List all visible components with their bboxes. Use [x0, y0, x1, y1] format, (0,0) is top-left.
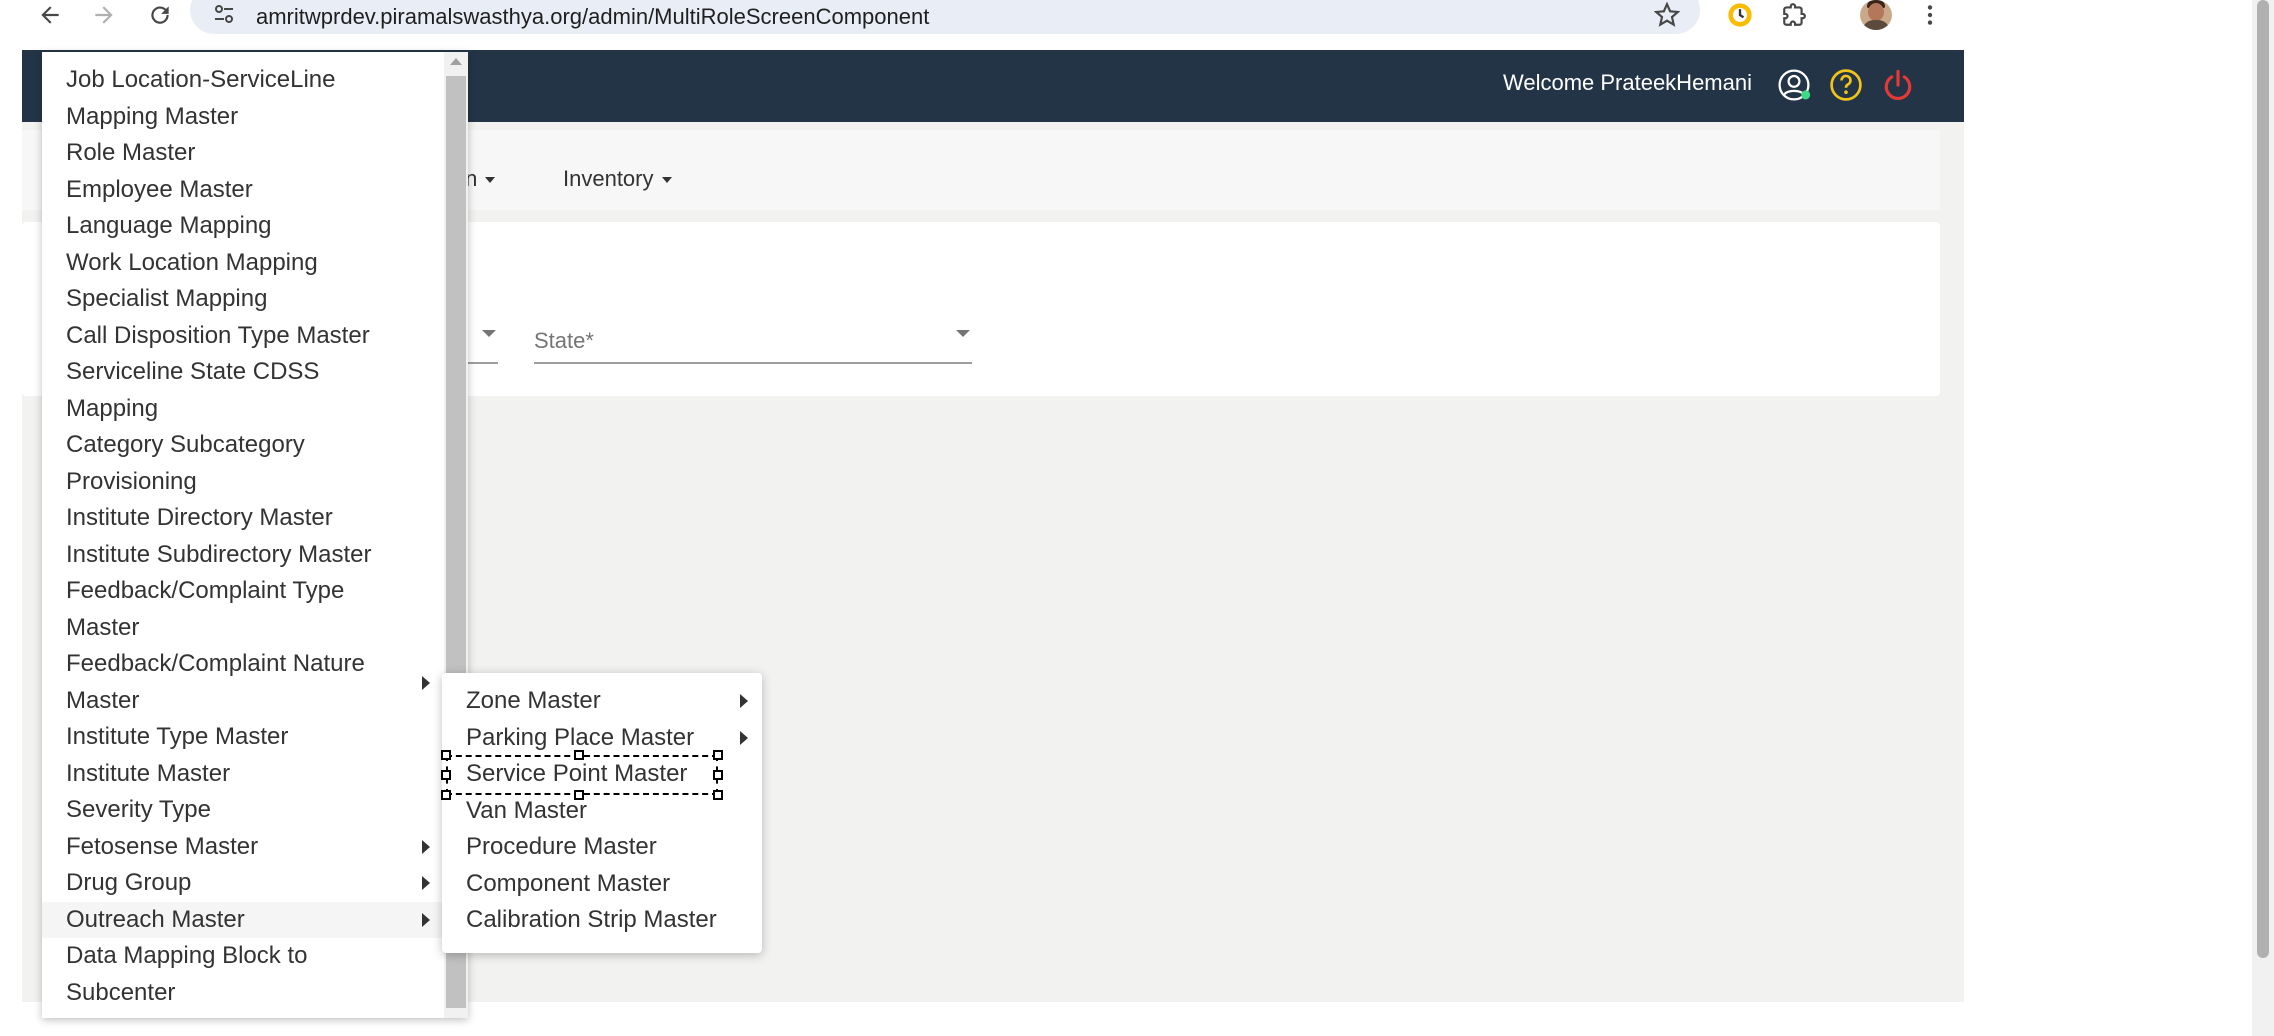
- scroll-up-icon[interactable]: [450, 58, 462, 65]
- caret-right-icon: [422, 675, 430, 690]
- menu-item-label: Job Location-ServiceLine: [66, 66, 336, 93]
- menu-item-label: Serviceline State CDSS: [66, 358, 320, 385]
- master-dropdown-menu: Job Location-ServiceLine Mapping Master …: [42, 52, 468, 1018]
- menu-item-severity-type[interactable]: Severity Type: [42, 792, 444, 829]
- menu-item-serviceline-state-cdss[interactable]: Serviceline State CDSS Mapping: [42, 354, 444, 427]
- resize-handle: [574, 750, 584, 760]
- power-icon[interactable]: [1878, 65, 1918, 105]
- outreach-submenu: Zone Master Parking Place Master Service…: [441, 673, 762, 953]
- browser-toolbar: amritwprdev.piramalswasthya.org/admin/Mu…: [0, 0, 2274, 50]
- resize-handle: [441, 770, 451, 780]
- state-select-label[interactable]: State*: [534, 328, 594, 354]
- menu-item-label: Master: [66, 686, 140, 714]
- menu-item-work-location-mapping[interactable]: Work Location Mapping: [42, 245, 444, 282]
- resize-handle: [713, 790, 723, 800]
- resize-handle: [713, 750, 723, 760]
- menu-item-role-master[interactable]: Role Master: [42, 135, 444, 172]
- submenu-item-procedure-master[interactable]: Procedure Master: [442, 829, 762, 866]
- menu-item-data-mapping-block[interactable]: Data Mapping Block to Subcenter: [42, 938, 444, 1011]
- menu-item-employee-master[interactable]: Employee Master: [42, 172, 444, 209]
- menu-item-label: Provisioning: [66, 467, 197, 495]
- back-icon[interactable]: [28, 0, 72, 30]
- help-icon[interactable]: [1826, 65, 1866, 105]
- menu-item-label: Data Mapping Block to: [66, 942, 308, 969]
- menu-item-label: Category Subcategory: [66, 431, 305, 458]
- caret-right-icon: [422, 912, 430, 927]
- state-select-underline[interactable]: [534, 362, 972, 364]
- url-text: amritwprdev.piramalswasthya.org/admin/Mu…: [256, 4, 930, 29]
- caret-right-icon: [422, 876, 430, 891]
- chevron-down-icon[interactable]: [956, 330, 970, 337]
- menu-item-label: Drug Group: [66, 869, 192, 896]
- address-bar[interactable]: amritwprdev.piramalswasthya.org/admin/Mu…: [190, 0, 1700, 34]
- menu-item-feedback-complaint-nature[interactable]: Feedback/Complaint Nature Master: [42, 646, 444, 719]
- menu-item-institute-subdirectory[interactable]: Institute Subdirectory Master: [42, 537, 444, 574]
- menu-item-label: Zone Master: [466, 687, 601, 714]
- profile-avatar[interactable]: [1860, 0, 1892, 30]
- menu-item-call-disposition-type[interactable]: Call Disposition Type Master: [42, 318, 444, 355]
- menu-item-category-subcategory[interactable]: Category Subcategory Provisioning: [42, 427, 444, 500]
- menu-item-label: Outreach Master: [66, 905, 245, 933]
- welcome-text: Welcome PrateekHemani: [1502, 70, 1752, 95]
- reload-icon[interactable]: [138, 0, 182, 30]
- menu-item-job-location-serviceline[interactable]: Job Location-ServiceLine Mapping Master: [42, 62, 444, 135]
- forward-icon[interactable]: [82, 0, 126, 30]
- puzzle-icon[interactable]: [1776, 0, 1812, 30]
- chevron-down-icon[interactable]: [482, 330, 496, 337]
- caret-right-icon: [740, 694, 748, 709]
- menu-item-feedback-complaint-type[interactable]: Feedback/Complaint Type Master: [42, 573, 444, 646]
- menu-item-drug-group[interactable]: Drug Group: [42, 865, 444, 902]
- menu-item-label: Feedback/Complaint Nature: [66, 650, 365, 677]
- menu-item-label: Feedback/Complaint Type: [66, 577, 345, 604]
- menu-item-fetosense-master[interactable]: Fetosense Master: [42, 829, 444, 866]
- menu-item-institute-master[interactable]: Institute Master: [42, 756, 444, 793]
- resize-handle: [441, 750, 451, 760]
- menu-item-specialist-mapping[interactable]: Specialist Mapping: [42, 281, 444, 318]
- submenu-item-component-master[interactable]: Component Master: [442, 866, 762, 903]
- menu-item-label: Mapping: [66, 394, 159, 422]
- menu-item-institute-directory[interactable]: Institute Directory Master: [42, 500, 444, 537]
- menu-item-label: Master: [66, 613, 140, 641]
- menu-item-language-mapping[interactable]: Language Mapping: [42, 208, 444, 245]
- site-info-icon[interactable]: [210, 0, 238, 28]
- user-profile-icon[interactable]: [1774, 65, 1814, 105]
- nav-item-inventory[interactable]: Inventory: [563, 166, 672, 192]
- extension-icon[interactable]: [1722, 0, 1758, 30]
- submenu-item-zone-master[interactable]: Zone Master: [442, 683, 762, 720]
- resize-handle: [713, 770, 723, 780]
- menu-item-outreach-master[interactable]: Outreach Master: [42, 901, 444, 938]
- page-scrollbar[interactable]: [2252, 0, 2274, 1036]
- menu-item-institute-type[interactable]: Institute Type Master: [42, 719, 444, 756]
- caret-right-icon: [422, 839, 430, 854]
- menu-item-label: Mapping Master: [66, 102, 239, 130]
- resize-handle: [574, 790, 584, 800]
- menu-item-label: Subcenter: [66, 978, 176, 1006]
- submenu-item-calibration-strip-master[interactable]: Calibration Strip Master: [442, 902, 762, 939]
- caret-right-icon: [740, 730, 748, 745]
- menu-item-label: Fetosense Master: [66, 832, 259, 860]
- bookmark-star-icon[interactable]: [1652, 0, 1682, 30]
- resize-handle: [441, 790, 451, 800]
- menu-item-label: Parking Place Master: [466, 723, 695, 751]
- selection-box: [441, 750, 723, 800]
- kebab-menu-icon[interactable]: [1912, 0, 1948, 30]
